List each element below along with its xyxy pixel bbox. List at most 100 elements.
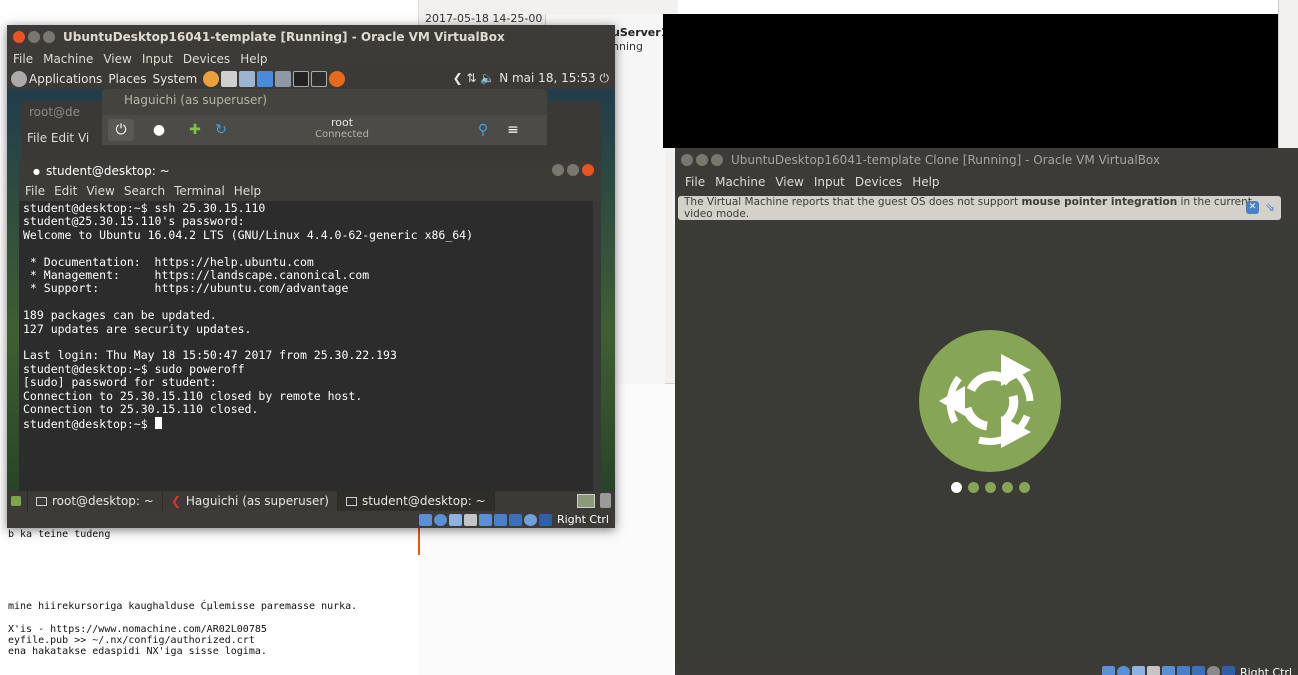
vm-window-clone[interactable]: UbuntuDesktop16041-template Clone [Runni… — [675, 148, 1298, 675]
notice-text-bold: mouse pointer integration — [1021, 196, 1178, 208]
vm2-titlebar[interactable]: UbuntuDesktop16041-template Clone [Runni… — [675, 148, 1298, 172]
maximize-icon[interactable] — [43, 31, 55, 43]
optical-drive-icon[interactable] — [1116, 666, 1130, 675]
terminal-bullet-icon: ● — [33, 166, 40, 176]
doc-line: ena hakatakse edaspidi NX'iga sisse logi… — [8, 646, 267, 657]
usb-icon[interactable] — [448, 513, 462, 526]
panel-clock[interactable]: N mai 18, 15:53 — [499, 71, 595, 85]
term-menu-terminal[interactable]: Terminal — [174, 184, 225, 198]
taskbar-item-root[interactable]: root@desktop: ~ — [28, 491, 163, 511]
mate-menu-icon[interactable] — [11, 71, 27, 87]
close-icon[interactable] — [582, 164, 594, 176]
usb-icon[interactable] — [1131, 666, 1145, 675]
video-capture-icon[interactable] — [1191, 666, 1205, 675]
maximize-icon[interactable] — [567, 164, 579, 176]
vm2-guest-screen[interactable] — [675, 226, 1298, 666]
screenshot-icon[interactable] — [275, 71, 292, 87]
term-menu-file[interactable]: File — [25, 184, 45, 198]
close-notice-icon[interactable]: ✕ — [1246, 201, 1259, 214]
hard-disk-icon[interactable] — [1101, 666, 1115, 675]
mouse-integration-icon[interactable] — [523, 513, 537, 526]
host-key-icon[interactable] — [1221, 666, 1235, 675]
hard-disk-icon[interactable] — [418, 513, 432, 526]
menu-input[interactable]: Input — [814, 175, 845, 189]
back-icon[interactable]: ❮ — [453, 71, 463, 85]
terminal-window[interactable]: ● student@desktop: ~ File Edit View Sear… — [19, 161, 601, 511]
taskbar-item-student[interactable]: student@desktop: ~ — [337, 491, 495, 511]
trash-icon[interactable] — [600, 493, 611, 508]
menu-view[interactable]: View — [775, 175, 803, 189]
volume-icon[interactable]: 🔈 — [480, 71, 495, 85]
menu-devices[interactable]: Devices — [855, 175, 902, 189]
vm1-guest-screen[interactable]: Applications Places System ❮ ⇅ 🔈 N mai 1… — [7, 69, 615, 511]
doc-line: b ka teine tudeng — [8, 529, 111, 540]
term-menu-edit[interactable]: Edit — [54, 184, 77, 198]
host-black-area — [663, 14, 1278, 148]
taskbar-item-haguichi[interactable]: ❮ Haguichi (as superuser) — [163, 491, 338, 511]
vm1-statusbar: Right Ctrl — [7, 511, 615, 528]
system-monitor-icon[interactable] — [311, 71, 328, 87]
term-menu-search[interactable]: Search — [124, 184, 165, 198]
power-icon[interactable]: ⏻ — [600, 71, 610, 85]
display-icon[interactable] — [1161, 666, 1175, 675]
maximize-icon[interactable] — [711, 154, 723, 166]
menu-view[interactable]: View — [103, 52, 131, 66]
mouse-integration-icon[interactable] — [1206, 666, 1220, 675]
close-icon[interactable] — [13, 31, 25, 43]
menu-machine[interactable]: Machine — [715, 175, 765, 189]
panel-system[interactable]: System — [152, 72, 197, 86]
menu-file[interactable]: File — [685, 175, 705, 189]
display-icon[interactable] — [478, 513, 492, 526]
firefox-icon[interactable] — [329, 71, 346, 87]
shared-folder-icon[interactable] — [1146, 666, 1160, 675]
text-editor-icon[interactable] — [221, 71, 238, 87]
power-button[interactable]: ⏻ — [108, 119, 134, 141]
search-icon[interactable] — [203, 71, 220, 87]
terminal-scrollbar[interactable] — [593, 201, 601, 511]
mouse-pointer-icon[interactable]: ⇘ — [1265, 200, 1275, 214]
term-menu-help[interactable]: Help — [234, 184, 261, 198]
show-desktop-icon[interactable] — [7, 491, 28, 511]
vm1-titlebar[interactable]: UbuntuDesktop16041-template [Running] - … — [7, 25, 615, 49]
network-adapter-icon[interactable] — [493, 513, 507, 526]
term-menu-view[interactable]: View — [86, 184, 114, 198]
terminal-titlebar[interactable]: ● student@desktop: ~ — [19, 161, 601, 181]
close-icon[interactable] — [681, 154, 693, 166]
menu-help[interactable]: Help — [912, 175, 939, 189]
network-tool-icon[interactable] — [239, 71, 256, 87]
terminal-output[interactable]: student@desktop:~$ ssh 25.30.15.110 stude… — [21, 201, 591, 511]
menu-file[interactable]: File — [13, 52, 33, 66]
calculator-icon[interactable] — [257, 71, 274, 87]
minimize-icon[interactable] — [552, 164, 564, 176]
shared-folder-icon[interactable] — [463, 513, 477, 526]
host-key-icon[interactable] — [538, 513, 552, 526]
optical-drive-icon[interactable] — [433, 513, 447, 526]
user-icon[interactable]: ● — [146, 119, 172, 141]
menu-machine[interactable]: Machine — [43, 52, 93, 66]
terminal-launcher-icon[interactable] — [293, 71, 310, 87]
video-capture-icon[interactable] — [508, 513, 522, 526]
progress-dot — [985, 482, 996, 493]
network-adapter-icon[interactable] — [1176, 666, 1190, 675]
root-window-menu[interactable]: File Edit Vi — [27, 131, 89, 145]
panel-places[interactable]: Places — [108, 72, 146, 86]
menu-devices[interactable]: Devices — [183, 52, 230, 66]
terminal-icon — [345, 496, 357, 506]
menu-input[interactable]: Input — [142, 52, 173, 66]
search-icon[interactable]: ⚲ — [470, 119, 496, 141]
haguichi-window[interactable]: Haguichi (as superuser) ⏻ ● ✚ ↻ root Con… — [102, 89, 547, 145]
panel-applications[interactable]: Applications — [29, 72, 102, 86]
minimize-icon[interactable] — [28, 31, 40, 43]
workspace-switcher-icon[interactable] — [577, 494, 595, 508]
network-icon[interactable]: ⇅ — [467, 71, 477, 85]
menu-help[interactable]: Help — [240, 52, 267, 66]
vm-window-template[interactable]: UbuntuDesktop16041-template [Running] - … — [7, 25, 615, 528]
host-key-label: Right Ctrl — [1239, 666, 1292, 675]
add-network-icon[interactable]: ✚ — [182, 119, 208, 141]
host-vm-list-name[interactable]: uServer1 — [612, 26, 668, 39]
refresh-icon[interactable]: ↻ — [208, 119, 234, 141]
minimize-icon[interactable] — [696, 154, 708, 166]
hamburger-menu-icon[interactable]: ≡ — [500, 119, 526, 141]
